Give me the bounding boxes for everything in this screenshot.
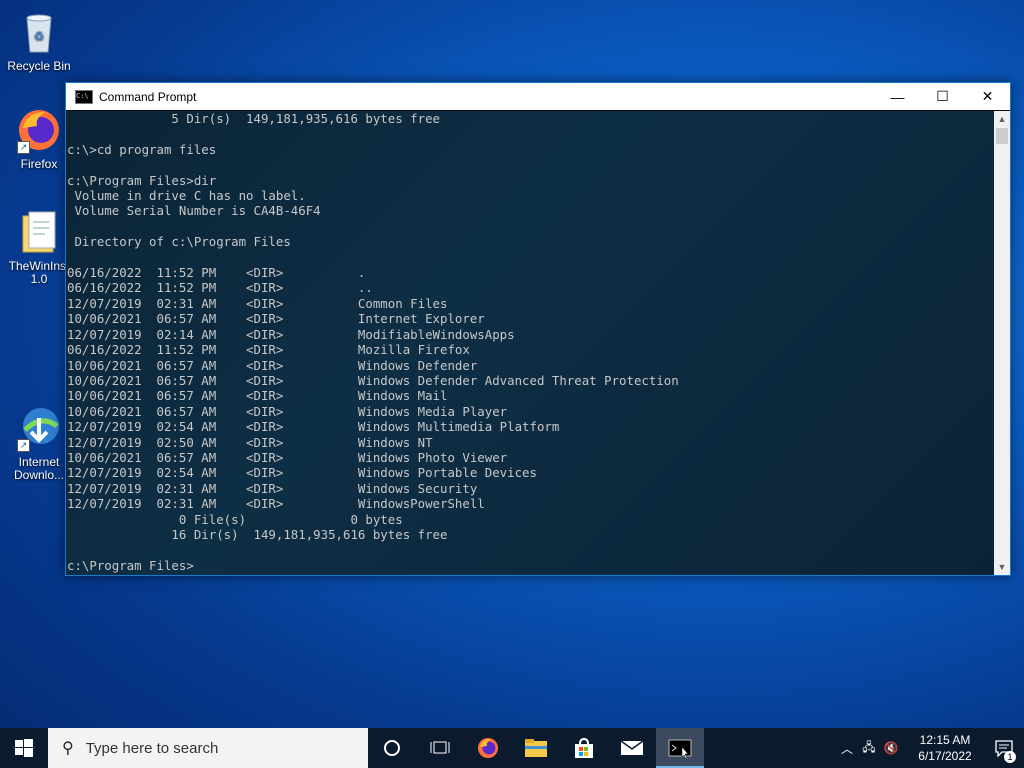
file-explorer-folder-icon	[525, 739, 547, 757]
clock-date: 6/17/2022	[918, 749, 972, 763]
close-button[interactable]: ✕	[965, 83, 1010, 110]
mail-envelope-icon	[620, 740, 644, 755]
chevron-up-icon[interactable]: ︿	[836, 740, 858, 757]
svg-text:♻: ♻	[34, 29, 45, 43]
internet-download-manager-icon: ↗	[15, 404, 63, 452]
recycle-bin-label: Recycle Bin	[7, 59, 71, 73]
window-titlebar[interactable]: C:\ Command Prompt — ☐ ✕	[66, 83, 1010, 110]
volume-muted-icon[interactable]: 🔇	[880, 741, 902, 755]
action-center-button[interactable]: 1	[984, 739, 1024, 763]
console-output[interactable]: 5 Dir(s) 149,181,935,616 bytes free c:\>…	[66, 111, 994, 575]
taskbar-microsoft-store[interactable]	[560, 728, 608, 768]
scroll-up-arrow-icon[interactable]: ▲	[994, 111, 1010, 127]
cmd-icon	[668, 739, 692, 758]
start-button[interactable]	[0, 728, 48, 768]
scroll-down-arrow-icon[interactable]: ▼	[994, 559, 1010, 575]
shortcut-arrow-icon: ↗	[17, 141, 30, 154]
task-view-button[interactable]	[416, 728, 464, 768]
taskbar: ⚲ Type here to search ︿ 🖧 🔇 12:15 AM 6/1…	[0, 728, 1024, 768]
search-icon: ⚲	[62, 740, 74, 757]
cmd-icon: C:\	[75, 89, 93, 104]
command-prompt-window[interactable]: C:\ Command Prompt — ☐ ✕ 5 Dir(s) 149,18…	[65, 82, 1011, 576]
recycle-bin-icon: ♻	[15, 8, 63, 56]
firefox-icon: ↗	[15, 106, 63, 154]
window-title: Command Prompt	[99, 89, 197, 104]
cortana-button[interactable]	[368, 728, 416, 768]
firefox-icon	[478, 738, 498, 758]
clock[interactable]: 12:15 AM 6/17/2022	[906, 732, 984, 764]
clock-time: 12:15 AM	[919, 733, 971, 747]
vertical-scrollbar[interactable]: ▲ ▼	[994, 111, 1010, 575]
taskbar-mail[interactable]	[608, 728, 656, 768]
minimize-button[interactable]: —	[875, 83, 920, 110]
taskbar-search-box[interactable]: ⚲ Type here to search	[48, 728, 368, 768]
scroll-thumb[interactable]	[996, 128, 1008, 144]
windows-start-icon	[15, 739, 33, 757]
cortana-circle-icon	[384, 740, 400, 756]
console-text: 5 Dir(s) 149,181,935,616 bytes free c:\>…	[67, 111, 679, 573]
system-tray: ︿ 🖧 🔇 12:15 AM 6/17/2022 1	[836, 728, 1024, 768]
shortcut-arrow-icon: ↗	[17, 439, 30, 452]
taskbar-command-prompt[interactable]	[656, 728, 704, 768]
taskbar-file-explorer[interactable]	[512, 728, 560, 768]
task-view-icon	[430, 741, 450, 754]
folder-document-icon	[15, 208, 63, 256]
taskbar-firefox[interactable]	[464, 728, 512, 768]
store-bag-icon	[575, 737, 593, 758]
notification-count-badge: 1	[1004, 751, 1016, 763]
desktop-icon-recycle-bin[interactable]: ♻ Recycle Bin	[1, 8, 77, 73]
search-placeholder: Type here to search	[85, 739, 219, 757]
network-icon[interactable]: 🖧	[858, 738, 880, 759]
maximize-button[interactable]: ☐	[920, 83, 965, 110]
